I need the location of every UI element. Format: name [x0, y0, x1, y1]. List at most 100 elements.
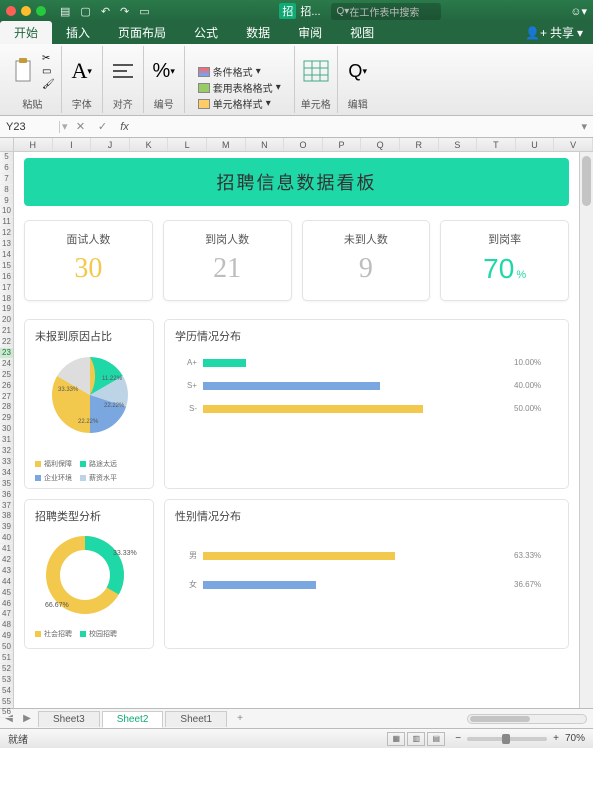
copy-icon[interactable]: ▭: [42, 66, 55, 77]
user-icon[interactable]: ☺▾: [570, 5, 587, 18]
row-header[interactable]: 54: [0, 686, 13, 697]
row-header[interactable]: 31: [0, 435, 13, 446]
row-header[interactable]: 15: [0, 261, 13, 272]
confirm-formula-icon[interactable]: ✓: [92, 120, 114, 133]
save-icon[interactable]: ▢: [80, 5, 90, 18]
row-header[interactable]: 9: [0, 196, 13, 207]
tab-home[interactable]: 开始: [0, 21, 52, 44]
row-header[interactable]: 25: [0, 370, 13, 381]
row-header[interactable]: 43: [0, 566, 13, 577]
col-header[interactable]: I: [53, 138, 92, 151]
print-icon[interactable]: ▭: [139, 5, 149, 18]
row-header[interactable]: 44: [0, 577, 13, 588]
maximize-window[interactable]: [36, 6, 46, 16]
row-header[interactable]: 41: [0, 544, 13, 555]
view-normal-icon[interactable]: ▦: [387, 732, 405, 746]
percent-icon[interactable]: %▾: [150, 57, 178, 85]
row-header[interactable]: 29: [0, 413, 13, 424]
col-header[interactable]: V: [554, 138, 593, 151]
col-header[interactable]: H: [14, 138, 53, 151]
col-header[interactable]: K: [130, 138, 169, 151]
row-header[interactable]: 34: [0, 468, 13, 479]
row-header[interactable]: 52: [0, 664, 13, 675]
select-all-corner[interactable]: [0, 138, 14, 151]
row-header[interactable]: 48: [0, 620, 13, 631]
col-header[interactable]: L: [168, 138, 207, 151]
row-header[interactable]: 36: [0, 490, 13, 501]
share-button[interactable]: 👤+ 共享 ▾: [515, 21, 593, 44]
view-break-icon[interactable]: ▤: [427, 732, 445, 746]
expand-formula-bar-icon[interactable]: ▾: [575, 120, 593, 133]
row-header[interactable]: 35: [0, 479, 13, 490]
row-header[interactable]: 12: [0, 228, 13, 239]
name-box[interactable]: Y23: [0, 121, 60, 133]
cells-icon[interactable]: [302, 57, 330, 85]
fx-icon[interactable]: fx: [114, 121, 136, 133]
col-header[interactable]: M: [207, 138, 246, 151]
row-header[interactable]: 11: [0, 217, 13, 228]
row-header[interactable]: 28: [0, 402, 13, 413]
tab-formula[interactable]: 公式: [180, 21, 232, 44]
save-icon[interactable]: ▤: [60, 5, 70, 18]
font-icon[interactable]: A▾: [68, 57, 96, 85]
worksheet[interactable]: 招聘信息数据看板 面试人数30 到岗人数21 未到人数9 到岗率70% 未报到原…: [14, 152, 579, 708]
row-header[interactable]: 23: [0, 348, 13, 359]
col-header[interactable]: N: [246, 138, 285, 151]
paste-icon[interactable]: [10, 57, 38, 85]
col-header[interactable]: R: [400, 138, 439, 151]
row-header[interactable]: 51: [0, 653, 13, 664]
add-sheet-icon[interactable]: +: [227, 713, 253, 724]
row-header[interactable]: 8: [0, 185, 13, 196]
close-window[interactable]: [6, 6, 16, 16]
row-header[interactable]: 42: [0, 555, 13, 566]
vertical-scrollbar[interactable]: [579, 152, 593, 708]
row-header[interactable]: 49: [0, 631, 13, 642]
col-header[interactable]: J: [91, 138, 130, 151]
minimize-window[interactable]: [21, 6, 31, 16]
cancel-formula-icon[interactable]: ✕: [70, 120, 92, 133]
row-header[interactable]: 40: [0, 533, 13, 544]
row-header[interactable]: 14: [0, 250, 13, 261]
row-header[interactable]: 55: [0, 697, 13, 708]
tab-layout[interactable]: 页面布局: [104, 21, 180, 44]
tab-view[interactable]: 视图: [336, 21, 388, 44]
col-header[interactable]: S: [439, 138, 478, 151]
conditional-format-button[interactable]: 条件格式 ▾: [198, 64, 281, 79]
sheet-tab[interactable]: Sheet2: [102, 711, 164, 728]
row-header[interactable]: 39: [0, 522, 13, 533]
row-header[interactable]: 33: [0, 457, 13, 468]
zoom-in-icon[interactable]: +: [553, 733, 559, 744]
zoom-out-icon[interactable]: −: [455, 733, 461, 744]
tab-insert[interactable]: 插入: [52, 21, 104, 44]
row-header[interactable]: 13: [0, 239, 13, 250]
row-header[interactable]: 16: [0, 272, 13, 283]
tab-review[interactable]: 审阅: [284, 21, 336, 44]
view-page-icon[interactable]: ▥: [407, 732, 425, 746]
row-header[interactable]: 17: [0, 283, 13, 294]
row-header[interactable]: 26: [0, 381, 13, 392]
col-header[interactable]: O: [284, 138, 323, 151]
find-icon[interactable]: Q▾: [344, 57, 372, 85]
row-header[interactable]: 45: [0, 588, 13, 599]
tab-data[interactable]: 数据: [232, 21, 284, 44]
row-header[interactable]: 5: [0, 152, 13, 163]
table-format-button[interactable]: 套用表格格式 ▾: [198, 80, 281, 95]
row-header[interactable]: 46: [0, 599, 13, 610]
col-header[interactable]: U: [516, 138, 555, 151]
row-header[interactable]: 20: [0, 315, 13, 326]
scrollbar-thumb[interactable]: [582, 156, 591, 206]
row-header[interactable]: 37: [0, 501, 13, 512]
cut-icon[interactable]: ✂: [42, 53, 55, 64]
row-header[interactable]: 24: [0, 359, 13, 370]
row-header[interactable]: 47: [0, 609, 13, 620]
format-painter-icon[interactable]: 🖌: [42, 79, 55, 90]
row-header[interactable]: 22: [0, 337, 13, 348]
redo-icon[interactable]: ↷: [120, 5, 129, 18]
sheet-tab[interactable]: Sheet3: [38, 711, 100, 727]
row-header[interactable]: 21: [0, 326, 13, 337]
horizontal-scrollbar[interactable]: [467, 714, 587, 724]
row-header[interactable]: 10: [0, 206, 13, 217]
row-header[interactable]: 30: [0, 424, 13, 435]
row-header[interactable]: 27: [0, 392, 13, 403]
align-icon[interactable]: [109, 57, 137, 85]
